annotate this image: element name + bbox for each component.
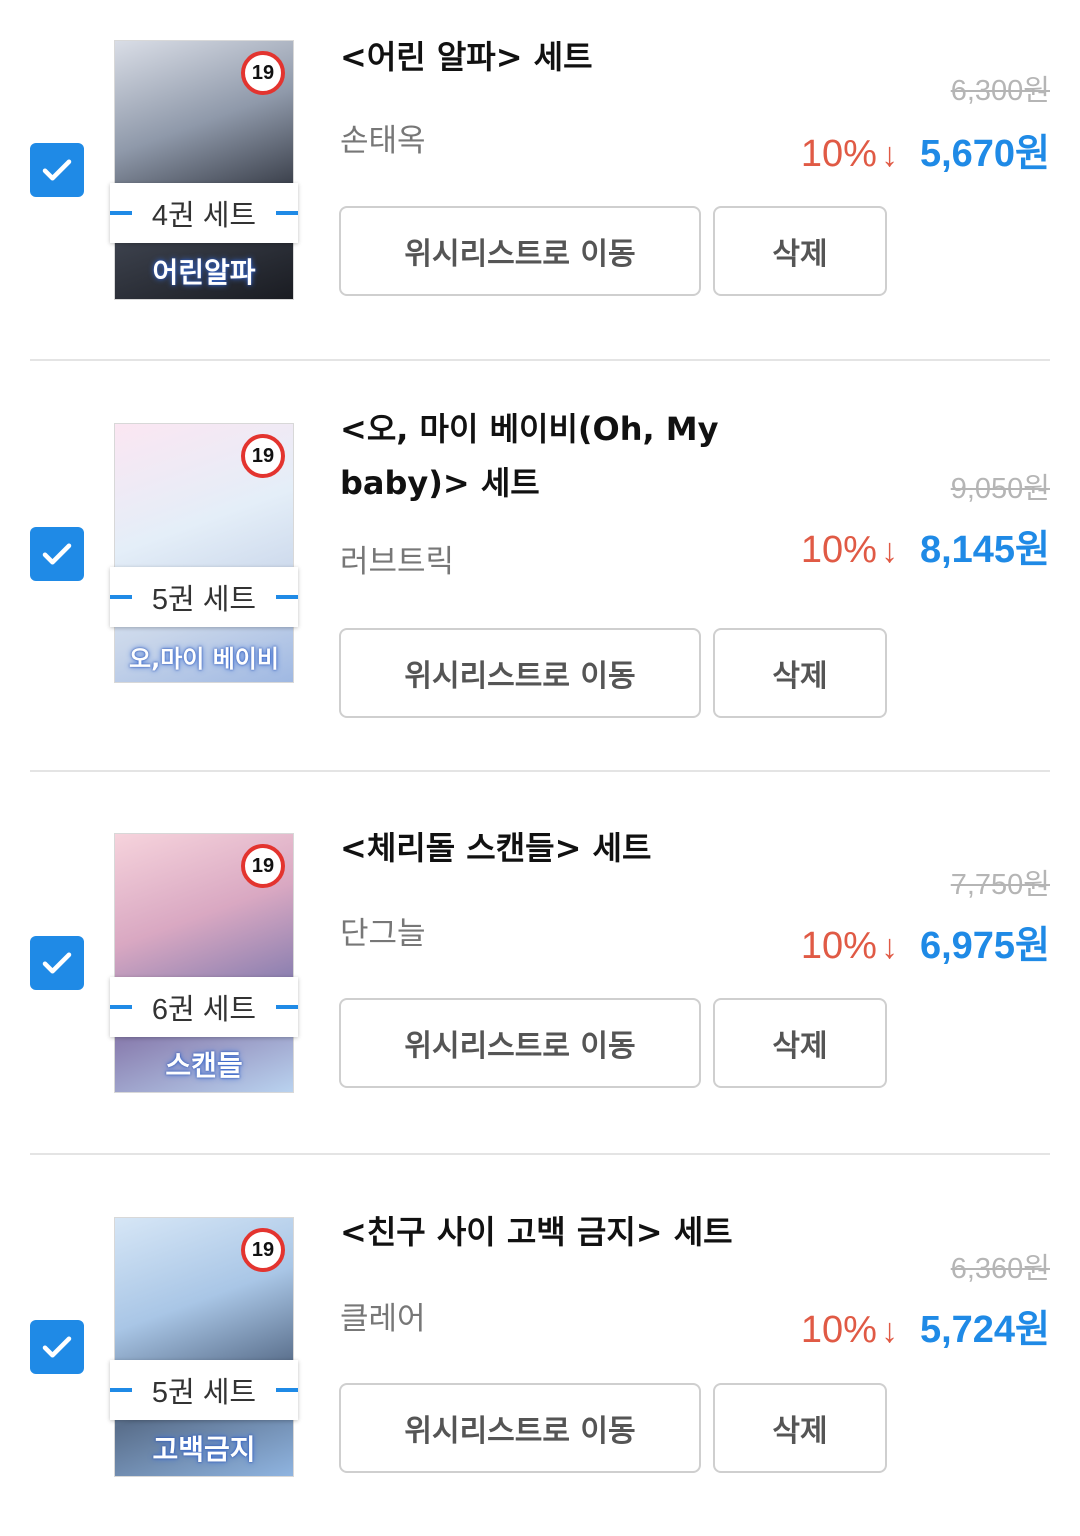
item-title[interactable]: <어린 알파> 세트 xyxy=(340,30,760,84)
sale-price: 5,670원 xyxy=(919,133,1050,175)
move-to-wishlist-button[interactable]: 위시리스트로 이동 xyxy=(339,1383,701,1473)
discount-rate: 10% xyxy=(800,133,877,175)
down-arrow-icon: ↓ xyxy=(880,1312,898,1350)
age-19-badge: 19 xyxy=(241,434,285,478)
cover-title: 오,마이 베이비 xyxy=(129,645,279,673)
set-count-label: 5권 세트 xyxy=(110,567,298,627)
price-row: 10% ↓ 5,670원 xyxy=(801,122,1050,177)
down-arrow-icon: ↓ xyxy=(880,928,898,966)
cover-title: 고백금지 xyxy=(152,1433,256,1466)
move-to-wishlist-button[interactable]: 위시리스트로 이동 xyxy=(339,206,701,296)
item-author: 러브트릭 xyxy=(340,544,455,579)
item-checkbox[interactable] xyxy=(30,527,84,581)
cover-title: 스캔들 xyxy=(165,1049,243,1082)
original-price: 6,360원 xyxy=(950,1253,1050,1285)
book-cover[interactable]: 어린알파 19 xyxy=(114,40,294,300)
down-arrow-icon: ↓ xyxy=(880,136,898,174)
original-price: 9,050원 xyxy=(950,473,1050,505)
cover-title: 어린알파 xyxy=(152,256,256,289)
checkmark-icon xyxy=(42,159,72,181)
set-count-label: 5권 세트 xyxy=(110,1360,298,1420)
original-price: 7,750원 xyxy=(950,869,1050,901)
item-title[interactable]: <체리돌 스캔들> 세트 xyxy=(340,821,760,875)
sale-price: 8,145원 xyxy=(919,529,1050,571)
age-19-badge: 19 xyxy=(241,51,285,95)
checkmark-icon xyxy=(42,543,72,565)
item-author: 클레어 xyxy=(340,1301,426,1336)
divider xyxy=(30,770,1050,772)
original-price: 6,300원 xyxy=(950,75,1050,107)
sale-price: 5,724원 xyxy=(919,1309,1050,1351)
item-title[interactable]: <오, 마이 베이비(Oh, My baby)> 세트 xyxy=(340,402,760,510)
discount-rate: 10% xyxy=(800,925,877,967)
sale-price: 6,975원 xyxy=(919,925,1050,967)
delete-button[interactable]: 삭제 xyxy=(713,1383,887,1473)
price-row: 10% ↓ 8,145원 xyxy=(801,518,1050,573)
delete-button[interactable]: 삭제 xyxy=(713,998,887,1088)
delete-button[interactable]: 삭제 xyxy=(713,628,887,718)
book-cover[interactable]: 오,마이 베이비 19 xyxy=(114,423,294,683)
move-to-wishlist-button[interactable]: 위시리스트로 이동 xyxy=(339,628,701,718)
item-author: 단그늘 xyxy=(340,916,426,951)
age-19-badge: 19 xyxy=(241,844,285,888)
item-checkbox[interactable] xyxy=(30,1320,84,1374)
age-19-badge: 19 xyxy=(241,1228,285,1272)
checkmark-icon xyxy=(42,952,72,974)
checkmark-icon xyxy=(42,1336,72,1358)
set-count-label: 6권 세트 xyxy=(110,977,298,1037)
item-checkbox[interactable] xyxy=(30,936,84,990)
item-author: 손태옥 xyxy=(340,123,426,158)
item-checkbox[interactable] xyxy=(30,143,84,197)
delete-button[interactable]: 삭제 xyxy=(713,206,887,296)
item-title[interactable]: <친구 사이 고백 금지> 세트 xyxy=(340,1205,760,1259)
discount-rate: 10% xyxy=(800,1309,877,1351)
divider xyxy=(30,359,1050,361)
set-count-label: 4권 세트 xyxy=(110,183,298,243)
book-cover[interactable]: 스캔들 19 xyxy=(114,833,294,1093)
discount-rate: 10% xyxy=(800,529,877,571)
price-row: 10% ↓ 5,724원 xyxy=(801,1298,1050,1353)
move-to-wishlist-button[interactable]: 위시리스트로 이동 xyxy=(339,998,701,1088)
book-cover[interactable]: 고백금지 19 xyxy=(114,1217,294,1477)
down-arrow-icon: ↓ xyxy=(880,532,898,570)
divider xyxy=(30,1153,1050,1155)
price-row: 10% ↓ 6,975원 xyxy=(801,914,1050,969)
